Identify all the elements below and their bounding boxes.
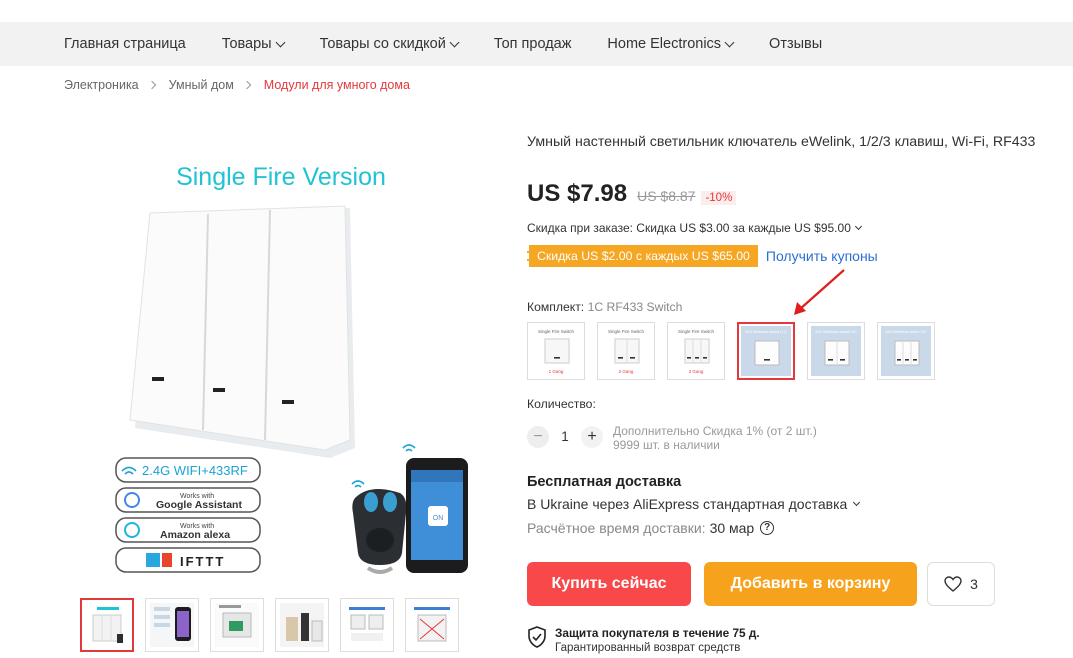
phone-on-label: ON <box>433 515 444 522</box>
svg-text:2 Gang: 2 Gang <box>619 369 634 374</box>
protection-subtitle: Гарантированный возврат средств <box>555 642 741 654</box>
kit-options: Single Fire Switch 1 Gang Single Fire Swi… <box>527 322 947 380</box>
wishlist-button[interactable]: 3 <box>927 562 995 606</box>
svg-text:Single Fire Switch: Single Fire Switch <box>678 329 715 334</box>
nav-home-label: Главная страница <box>64 36 186 52</box>
nav-home[interactable]: Главная страница <box>64 36 186 52</box>
action-buttons: Купить сейчас Добавить в корзину 3 <box>527 562 995 606</box>
chevron-down-icon <box>449 37 460 47</box>
kit-option[interactable]: 433 Wireless switch 2C <box>807 322 865 380</box>
price-row: US $7.98 US $8.87 -10% <box>527 180 737 208</box>
quantity-stepper: − 1 + Дополнительно Скидка 1% (от 2 шт.)… <box>527 424 817 452</box>
nav-products[interactable]: Товары <box>221 36 286 52</box>
svg-text:Single Fire Switch: Single Fire Switch <box>538 329 575 334</box>
badge-alexa: Amazon alexa <box>160 529 230 541</box>
order-discount-text: Скидка при заказе: Скидка US $3.00 за ка… <box>527 221 851 235</box>
kit-option[interactable]: Single Fire Switch 2 Gang <box>597 322 655 380</box>
svg-text:433 Wireless switch 2C: 433 Wireless switch 2C <box>815 329 857 334</box>
thumbnail[interactable] <box>340 598 394 652</box>
delivery-estimate: Расчётное время доставки: 30 мар ? <box>527 520 775 536</box>
chevron-right-icon <box>242 80 252 90</box>
stock-text: 9999 шт. в наличии <box>613 438 720 452</box>
nav-home-electronics-label: Home Electronics <box>607 36 722 52</box>
kit-option-selected[interactable]: 433 Wireless switch 1C <box>737 322 795 380</box>
breadcrumb-smart-home[interactable]: Умный дом <box>169 78 234 92</box>
extra-discount-text: Дополнительно Скидка 1% (от 2 шт.) <box>613 424 817 438</box>
main-product-image[interactable]: Single Fire Version 2.4G WIFI+433RF Work… <box>80 128 500 578</box>
shield-check-icon <box>528 626 546 648</box>
nav-products-label: Товары <box>221 36 272 52</box>
rf-remote-illustration <box>351 480 407 574</box>
nav-reviews[interactable]: Отзывы <box>769 36 822 52</box>
store-nav-bar: Главная страница Товары Товары со скидко… <box>0 22 1073 66</box>
thumbnail[interactable] <box>210 598 264 652</box>
smartphone-illustration: ON <box>402 444 468 573</box>
heart-icon <box>944 576 962 592</box>
nav-top-sales-label: Топ продаж <box>493 36 572 52</box>
svg-text:Single Fire Switch: Single Fire Switch <box>608 329 645 334</box>
kit-option[interactable]: Single Fire Switch 3 Gang <box>667 322 725 380</box>
decrease-quantity-button[interactable]: − <box>527 426 549 448</box>
kit-selected-value: 1C RF433 Switch <box>587 300 683 314</box>
wishlist-count: 3 <box>970 576 978 592</box>
nav-discounted[interactable]: Товары со скидкой <box>319 36 460 52</box>
banner-title: Single Fire Version <box>176 163 386 191</box>
shipping-method[interactable]: В Ukraine через AliExpress стандартная д… <box>527 496 861 512</box>
quantity-label: Количество: <box>527 397 596 411</box>
badge-google: Google Assistant <box>156 499 242 511</box>
svg-text:433 Wireless switch 1C: 433 Wireless switch 1C <box>745 329 787 334</box>
chevron-down-icon <box>275 37 286 47</box>
add-to-cart-button[interactable]: Добавить в корзину <box>704 562 917 606</box>
nav-top-sales[interactable]: Топ продаж <box>494 36 572 52</box>
chevron-down-icon <box>724 37 735 47</box>
wall-switch-illustration <box>129 205 355 458</box>
increase-quantity-button[interactable]: + <box>581 426 603 448</box>
original-price: US $8.87 <box>637 188 696 204</box>
get-coupons-link[interactable]: Получить купоны <box>766 248 878 264</box>
chevron-right-icon <box>147 80 156 90</box>
eta-label: Расчётное время доставки: <box>527 520 706 536</box>
nav-reviews-label: Отзывы <box>769 36 823 52</box>
chevron-down-icon <box>853 498 861 507</box>
coupon-tag[interactable]: Скидка US $2.00 с каждых US $65.00 <box>527 245 758 267</box>
discount-badge: -10% <box>701 191 737 205</box>
breadcrumb-current[interactable]: Модули для умного дома <box>264 78 410 92</box>
current-price: US $7.98 <box>527 180 628 207</box>
breadcrumb: Электроника Умный дом Модули для умного … <box>64 78 410 92</box>
shipping-title: Бесплатная доставка <box>527 474 682 490</box>
top-strip <box>0 0 1073 22</box>
order-discount[interactable]: Скидка при заказе: Скидка US $3.00 за ка… <box>527 221 862 235</box>
product-title: Умный настенный светильник ключатель eWe… <box>527 134 1036 150</box>
svg-text:1 Gang: 1 Gang <box>549 369 564 374</box>
breadcrumb-electronics[interactable]: Электроника <box>64 78 139 92</box>
quantity-value[interactable]: 1 <box>549 429 581 444</box>
kit-label: Комплект: 1C RF433 Switch <box>527 300 682 314</box>
svg-text:433 Wireless switch 3C: 433 Wireless switch 3C <box>885 329 927 334</box>
quantity-info: Дополнительно Скидка 1% (от 2 шт.) 9999 … <box>613 424 817 452</box>
nav-discounted-label: Товары со скидкой <box>319 36 446 52</box>
thumbnail[interactable] <box>80 598 134 652</box>
thumbnail[interactable] <box>405 598 459 652</box>
svg-text:3 Gang: 3 Gang <box>689 369 704 374</box>
kit-option[interactable]: 433 Wireless switch 3C <box>877 322 935 380</box>
kit-option[interactable]: Single Fire Switch 1 Gang <box>527 322 585 380</box>
buyer-protection: Защита покупателя в течение 75 д. Гарант… <box>527 626 760 656</box>
buy-now-button[interactable]: Купить сейчас <box>527 562 691 606</box>
nav-home-electronics[interactable]: Home Electronics <box>607 36 735 52</box>
thumbnail-strip <box>80 598 470 652</box>
feature-badges: 2.4G WIFI+433RF Works with Google Assist… <box>115 457 261 573</box>
protection-title: Защита покупателя в течение 75 д. <box>555 626 760 640</box>
eta-date: 30 мар <box>709 520 755 536</box>
thumbnail[interactable] <box>145 598 199 652</box>
badge-wifi: 2.4G WIFI+433RF <box>142 463 248 478</box>
chevron-down-icon <box>854 222 862 231</box>
help-icon[interactable]: ? <box>760 521 775 535</box>
kit-label-text: Комплект: <box>527 300 585 314</box>
coupon-row: Скидка US $2.00 с каждых US $65.00 Получ… <box>527 245 878 267</box>
badge-ifttt: IFTTT <box>180 554 225 569</box>
thumbnail[interactable] <box>275 598 329 652</box>
shipping-method-text: В Ukraine через AliExpress стандартная д… <box>527 496 848 512</box>
